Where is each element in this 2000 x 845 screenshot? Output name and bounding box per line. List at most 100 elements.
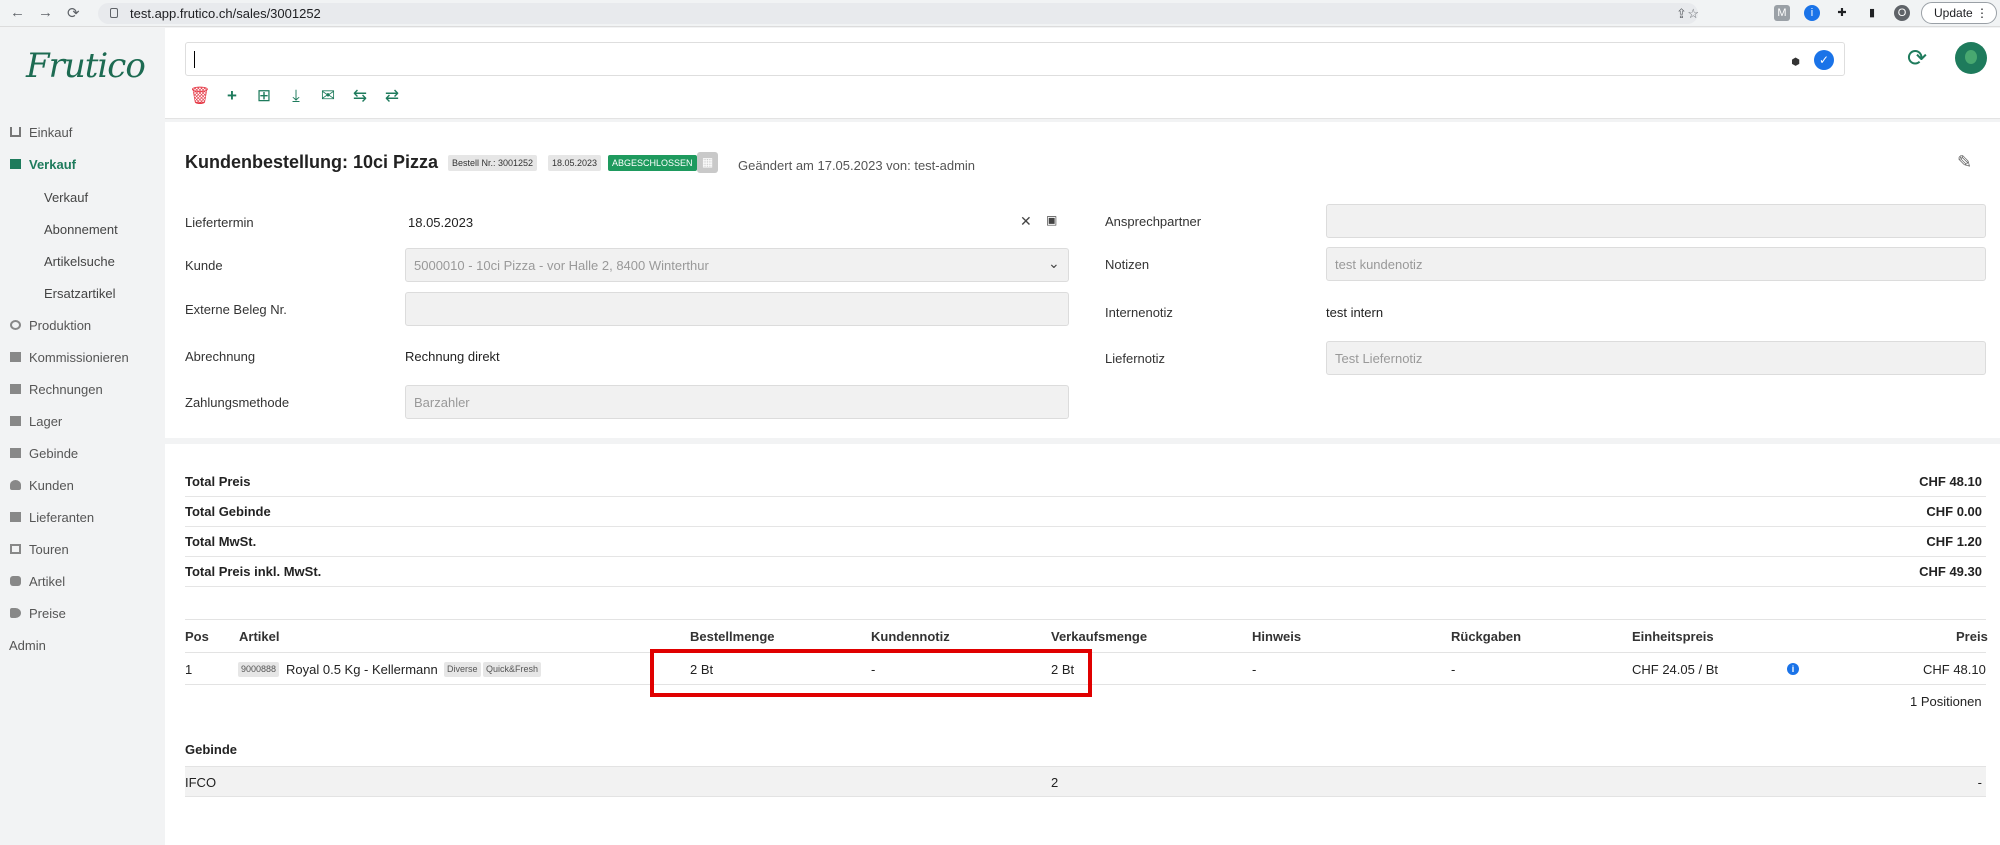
clear-icon[interactable]: ✕ [1020, 213, 1032, 230]
mail-icon[interactable]: ✉ [318, 86, 338, 106]
forward-icon[interactable]: → [38, 4, 53, 21]
gebinde-header: Gebinde [185, 742, 238, 757]
sidebar-item-label: Verkauf [29, 156, 76, 172]
sidebar-subitem-ersatzartikel[interactable]: Ersatzartikel [44, 286, 116, 301]
zahlungsmethode-field[interactable]: Barzahler [405, 385, 1069, 419]
order-summary-card: Total Preis CHF 48.10 Total Gebinde CHF … [165, 444, 2000, 845]
store-icon[interactable]: ▦ [697, 152, 718, 173]
sidebar-item-gebinde[interactable]: Gebinde [10, 442, 78, 464]
gebinde-name: IFCO [185, 775, 217, 790]
gebinde-value: - [1977, 775, 1982, 790]
check-icon[interactable]: ✓ [1814, 50, 1834, 70]
swap-arrows-icon[interactable]: ⇄ [382, 86, 402, 106]
sidebar-item-kommissionieren[interactable]: Kommissionieren [10, 346, 129, 368]
abrechnung-value: Rechnung direkt [405, 349, 500, 364]
liefernotiz-textarea[interactable]: Test Liefernotiz [1326, 341, 1986, 375]
text-caret [194, 51, 195, 68]
sidebar-item-produktion[interactable]: Produktion [10, 314, 91, 336]
col-artikel: Artikel [239, 629, 280, 644]
back-icon[interactable]: ← [10, 4, 25, 21]
externe-beleg-label: Externe Beleg Nr. [185, 302, 287, 317]
download-icon[interactable]: ⤓ [286, 86, 306, 106]
calendar-icon[interactable]: ▣ [1046, 213, 1057, 227]
positions-count: 1 Positionen [1910, 694, 1982, 709]
sidebar-item-einkauf[interactable]: Einkauf [10, 121, 72, 143]
total-label: Total Gebinde [185, 504, 271, 519]
liefernotiz-value: Test Liefernotiz [1335, 351, 1423, 366]
profile-avatar[interactable]: O [1894, 5, 1910, 21]
article-code-chip: 9000888 [238, 662, 280, 677]
internenotiz-label: Internenotiz [1105, 305, 1173, 320]
sidebar-item-lager[interactable]: Lager [10, 410, 62, 432]
frutico-logo[interactable]: Frutico [26, 46, 146, 86]
sidebar-item-touren[interactable]: Touren [10, 538, 69, 560]
exchange-icon[interactable]: ⇆ [350, 86, 370, 106]
search-input[interactable]: ⬢ ✓ [185, 42, 1845, 76]
gebinde-qty: 2 [1051, 775, 1059, 790]
sidebar-item-lieferanten[interactable]: Lieferanten [10, 506, 94, 528]
row-article[interactable]: Royal 0.5 Kg - Kellermann [286, 662, 438, 677]
chevron-down-icon: ⌄ [1048, 255, 1060, 271]
user-icon [10, 480, 21, 490]
liefertermin-field[interactable]: 18.05.2023 [405, 206, 932, 240]
url-text: test.app.frutico.ch/sales/3001252 [130, 6, 321, 21]
sidebar-item-rechnungen[interactable]: Rechnungen [10, 378, 103, 400]
side-panel-icon[interactable]: ▮ [1864, 5, 1880, 21]
sidebar-subitem-verkauf[interactable]: Verkauf [44, 190, 88, 205]
sidebar-item-label: Gebinde [29, 445, 79, 461]
sidebar-item-preise[interactable]: Preise [10, 602, 66, 624]
sidebar-item-label: Touren [29, 541, 69, 557]
share-icon[interactable]: ⇪ [1676, 6, 1687, 22]
sidebar-item-label: Lager [29, 413, 63, 429]
lock-icon [110, 8, 118, 18]
abrechnung-label: Abrechnung [185, 349, 256, 364]
tag-chip: Diverse [444, 662, 481, 677]
truck-icon [10, 512, 21, 522]
kunde-select[interactable]: 5000010 - 10ci Pizza - vor Halle 2, 8400… [405, 248, 1069, 282]
bookmark-star-icon[interactable]: ☆ [1687, 6, 1699, 22]
sidebar: Frutico Einkauf Verkauf Verkauf Abonneme… [0, 28, 165, 845]
crate-icon [10, 448, 21, 458]
add-store-icon[interactable]: ⊞ [254, 86, 274, 106]
sidebar-item-kunden[interactable]: Kunden [10, 474, 74, 496]
sidebar-item-label: Produktion [29, 317, 92, 333]
tag-chip: Quick&Fresh [483, 662, 542, 677]
liefertermin-label: Liefertermin [185, 215, 254, 230]
sidebar-item-admin[interactable]: Admin [9, 634, 46, 656]
internenotiz-value: test intern [1326, 305, 1384, 320]
col-verkaufsmenge: Verkaufsmenge [1051, 629, 1148, 644]
sidebar-item-artikel[interactable]: Artikel [10, 570, 65, 592]
add-icon[interactable]: + [222, 86, 242, 106]
date-badge: 18.05.2023 [548, 155, 602, 171]
col-bestellmenge: Bestellmenge [690, 629, 775, 644]
cart-icon [10, 127, 21, 137]
externe-beleg-field[interactable] [405, 292, 1069, 326]
total-preis-row: Total Preis CHF 48.10 [185, 467, 1986, 497]
extension-m-icon[interactable]: M [1774, 5, 1790, 21]
update-button[interactable]: Update ⋮ [1921, 2, 1997, 24]
sidebar-subitem-abonnement[interactable]: Abonnement [44, 222, 118, 237]
reload-icon[interactable]: ⟳ [67, 4, 80, 22]
clipboard-icon [10, 352, 21, 362]
edit-pencil-icon[interactable]: ✎ [1957, 152, 1972, 173]
sidebar-item-verkauf[interactable]: Verkauf [10, 153, 76, 175]
sidebar-item-label: Kunden [29, 477, 74, 493]
liefernotiz-label: Liefernotiz [1105, 351, 1165, 366]
sidebar-item-label: Artikel [29, 573, 66, 589]
extension-password-icon[interactable]: i [1804, 5, 1820, 21]
cube-icon [10, 576, 21, 586]
sidebar-subitem-artikelsuche[interactable]: Artikelsuche [44, 254, 115, 269]
sidebar-item-label: Rechnungen [29, 381, 103, 397]
refresh-icon[interactable]: ⟳ [1907, 44, 1927, 73]
address-bar[interactable]: test.app.frutico.ch/sales/3001252 ⇪ ☆ [98, 3, 1699, 24]
extensions-puzzle-icon[interactable]: ✚ [1834, 5, 1850, 21]
zahlungsmethode-value: Barzahler [414, 395, 470, 410]
user-avatar[interactable] [1955, 42, 1987, 74]
row-hinweis: - [1252, 662, 1257, 677]
ansprechpartner-field[interactable] [1326, 204, 1986, 238]
update-label: Update [1934, 6, 1973, 20]
info-icon[interactable]: i [1787, 663, 1799, 675]
notizen-textarea[interactable]: test kundenotiz [1326, 247, 1986, 281]
delete-icon[interactable]: 🗑 [189, 86, 211, 106]
sidebar-item-label: Einkauf [29, 124, 73, 140]
